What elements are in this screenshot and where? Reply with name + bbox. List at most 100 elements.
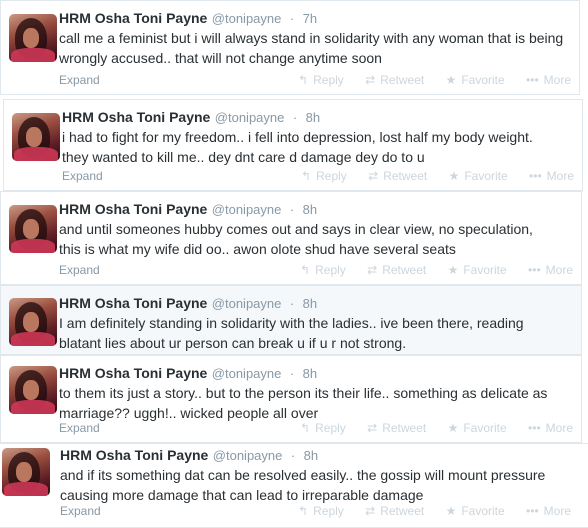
tweet[interactable]: HRM Osha Toni Payne @tonipayne · 7h call…: [0, 0, 580, 95]
reply-button[interactable]: ↰ Reply: [300, 262, 346, 278]
reply-button[interactable]: ↰ Reply: [298, 72, 344, 88]
user-handle[interactable]: @tonipayne: [212, 366, 282, 381]
user-name[interactable]: HRM Osha Toni Payne: [59, 201, 207, 217]
tweet[interactable]: HRM Osha Toni Payne @tonipayne · 8h i ha…: [3, 99, 583, 191]
tweet-content: HRM Osha Toni Payne @tonipayne · 8h i ha…: [62, 108, 574, 166]
tweet-text-line: and if its something dat can be resolved…: [60, 467, 546, 483]
avatar[interactable]: [9, 366, 57, 414]
more-label: More: [545, 421, 573, 435]
retweet-label: Retweet: [383, 169, 428, 183]
tweet-content: HRM Osha Toni Payne @tonipayne · 8h to t…: [59, 364, 573, 422]
avatar[interactable]: [9, 298, 57, 346]
tweet-actions: ↰ Reply ⇄ Retweet ★ Favorite ••• More: [282, 420, 573, 436]
user-name[interactable]: HRM Osha Toni Payne: [62, 109, 210, 125]
avatar[interactable]: [12, 113, 60, 161]
expand-link[interactable]: Expand: [60, 503, 101, 519]
expand-link[interactable]: Expand: [62, 168, 103, 184]
user-handle[interactable]: @tonipayne: [213, 448, 283, 463]
tweet[interactable]: HRM Osha Toni Payne @tonipayne · 8h and …: [0, 191, 582, 285]
tweet-text-line: and until someones hubby comes out and s…: [59, 221, 533, 237]
reply-button[interactable]: ↰ Reply: [298, 503, 344, 519]
separator-dot: ·: [289, 366, 295, 381]
reply-button[interactable]: ↰ Reply: [300, 420, 346, 436]
avatar[interactable]: [9, 205, 57, 253]
retweet-label: Retweet: [382, 263, 427, 277]
tweet-content: HRM Osha Toni Payne @tonipayne · 7h call…: [59, 9, 571, 67]
favorite-button[interactable]: ★ Favorite: [449, 168, 508, 184]
timestamp[interactable]: 7h: [303, 11, 317, 26]
timestamp[interactable]: 8h: [303, 202, 317, 217]
expand-link[interactable]: Expand: [59, 262, 100, 278]
ellipsis-icon: •••: [528, 421, 541, 435]
favorite-label: Favorite: [461, 73, 505, 87]
more-button[interactable]: ••• More: [528, 262, 573, 278]
user-handle[interactable]: @tonipayne: [212, 296, 282, 311]
tweet-actions: ↰ Reply ⇄ Retweet ★ Favorite ••• More: [280, 72, 571, 88]
user-name[interactable]: HRM Osha Toni Payne: [59, 10, 207, 26]
tweet-text-line: call me a feminist but i will always sta…: [59, 30, 564, 46]
tweet-text-line: i had to fight for my freedom.. i fell i…: [62, 129, 533, 145]
more-button[interactable]: ••• More: [529, 168, 574, 184]
tweet-content: HRM Osha Toni Payne @tonipayne · 8h and …: [59, 200, 573, 258]
retweet-button[interactable]: ⇄ Retweet: [367, 420, 426, 436]
more-button[interactable]: ••• More: [526, 72, 571, 88]
timestamp[interactable]: 8h: [306, 110, 320, 125]
retweet-arrows-icon: ⇄: [365, 504, 376, 518]
tweet-header: HRM Osha Toni Payne @tonipayne · 8h: [60, 446, 583, 464]
favorite-button[interactable]: ★ Favorite: [446, 72, 505, 88]
tweet-footer: Expand ↰ Reply ⇄ Retweet ★ Favorite ••• More: [60, 503, 571, 519]
user-name[interactable]: HRM Osha Toni Payne: [59, 365, 207, 381]
retweet-button[interactable]: ⇄ Retweet: [367, 262, 426, 278]
timestamp[interactable]: 8h: [304, 448, 318, 463]
reply-button[interactable]: ↰ Reply: [301, 168, 347, 184]
favorite-button[interactable]: ★ Favorite: [448, 420, 507, 436]
expand-link[interactable]: Expand: [59, 72, 100, 88]
tweet-text-line: wrongly accused.. that will not change a…: [59, 50, 382, 66]
tweet-actions: ↰ Reply ⇄ Retweet ★ Favorite ••• More: [283, 168, 574, 184]
user-handle[interactable]: @tonipayne: [212, 202, 282, 217]
retweet-arrows-icon: ⇄: [367, 263, 378, 277]
retweet-button[interactable]: ⇄ Retweet: [365, 72, 424, 88]
separator-dot: ·: [289, 296, 295, 311]
user-name[interactable]: HRM Osha Toni Payne: [59, 295, 207, 311]
user-handle[interactable]: @tonipayne: [212, 11, 282, 26]
separator-dot: ·: [292, 110, 298, 125]
tweet-text-line: causing more damage that can lead to irr…: [60, 487, 424, 503]
user-name[interactable]: HRM Osha Toni Payne: [60, 447, 208, 463]
expand-link[interactable]: Expand: [59, 420, 100, 436]
tweet-header: HRM Osha Toni Payne @tonipayne · 8h: [59, 364, 573, 382]
tweet-header: HRM Osha Toni Payne @tonipayne · 8h: [59, 294, 573, 312]
timestamp[interactable]: 8h: [303, 366, 317, 381]
tweet-content: HRM Osha Toni Payne @tonipayne · 8h I am…: [59, 294, 573, 352]
star-icon: ★: [447, 421, 459, 435]
avatar[interactable]: [9, 14, 57, 62]
retweet-label: Retweet: [380, 73, 425, 87]
retweet-button[interactable]: ⇄ Retweet: [365, 503, 424, 519]
tweet[interactable]: HRM Osha Toni Payne @tonipayne · 8h and …: [0, 443, 588, 528]
tweet-footer: Expand ↰ Reply ⇄ Retweet ★ Favorite ••• More: [59, 420, 573, 436]
avatar[interactable]: [2, 448, 50, 496]
reply-label: Reply: [315, 263, 346, 277]
tweet[interactable]: HRM Osha Toni Payne @tonipayne · 8h I am…: [0, 285, 582, 355]
ellipsis-icon: •••: [526, 73, 539, 87]
retweet-label: Retweet: [380, 504, 425, 518]
more-label: More: [545, 263, 573, 277]
favorite-button[interactable]: ★ Favorite: [448, 262, 507, 278]
separator-dot: ·: [289, 202, 295, 217]
tweet-text-line: blatant lies about ur person can break u…: [59, 335, 407, 351]
tweet-content: HRM Osha Toni Payne @tonipayne · 8h and …: [60, 446, 583, 504]
timestamp[interactable]: 8h: [303, 296, 317, 311]
favorite-button[interactable]: ★ Favorite: [446, 503, 505, 519]
user-handle[interactable]: @tonipayne: [215, 110, 285, 125]
star-icon: ★: [445, 73, 457, 87]
separator-dot: ·: [289, 11, 295, 26]
star-icon: ★: [445, 504, 457, 518]
reply-arrow-icon: ↰: [300, 263, 311, 277]
reply-label: Reply: [316, 169, 347, 183]
more-button[interactable]: ••• More: [528, 420, 573, 436]
more-button[interactable]: ••• More: [526, 503, 571, 519]
reply-label: Reply: [313, 504, 344, 518]
tweet[interactable]: HRM Osha Toni Payne @tonipayne · 8h to t…: [0, 355, 582, 443]
more-label: More: [546, 169, 574, 183]
retweet-button[interactable]: ⇄ Retweet: [368, 168, 427, 184]
